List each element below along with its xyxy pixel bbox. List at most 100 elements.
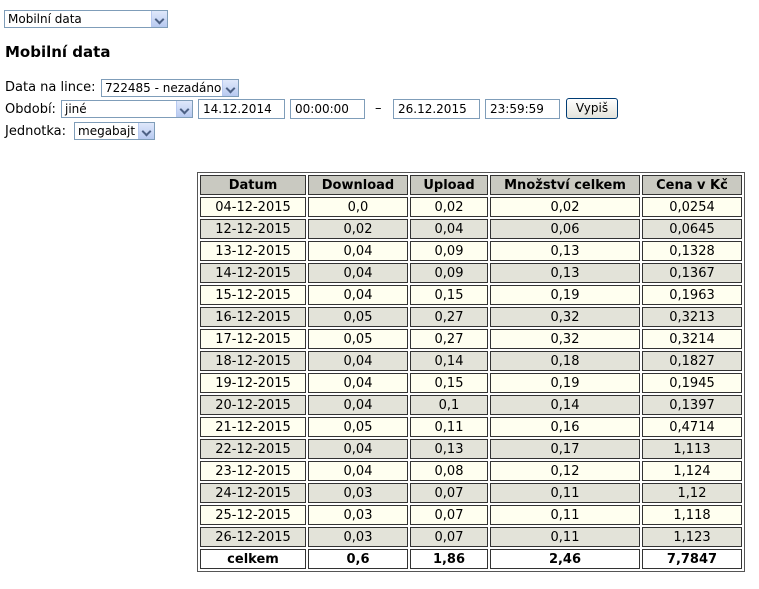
- cell-download: 0,03: [308, 505, 408, 525]
- unit-select[interactable]: megabajt: [74, 122, 155, 140]
- cell-price: 0,1367: [642, 263, 742, 283]
- date-from-field[interactable]: 14.12.2014: [198, 99, 285, 119]
- cell-date: 22-12-2015: [200, 439, 306, 459]
- cell-total-amount: 0,11: [490, 527, 640, 547]
- total-amount: 2,46: [490, 549, 640, 569]
- cell-total-amount: 0,11: [490, 483, 640, 503]
- cell-total-amount: 0,02: [490, 197, 640, 217]
- cell-upload: 0,07: [410, 527, 488, 547]
- chevron-down-icon: [151, 11, 167, 27]
- cell-upload: 0,07: [410, 483, 488, 503]
- cell-date: 13-12-2015: [200, 241, 306, 261]
- cell-date: 15-12-2015: [200, 285, 306, 305]
- cell-date: 25-12-2015: [200, 505, 306, 525]
- cell-total-amount: 0,13: [490, 241, 640, 261]
- page-title: Mobilní data: [5, 43, 111, 61]
- cell-upload: 0,14: [410, 351, 488, 371]
- cell-date: 04-12-2015: [200, 197, 306, 217]
- cell-upload: 0,02: [410, 197, 488, 217]
- cell-download: 0,04: [308, 285, 408, 305]
- table-row: 25-12-2015 0,03 0,07 0,11 1,118: [200, 505, 742, 525]
- table-row: 19-12-2015 0,04 0,15 0,19 0,1945: [200, 373, 742, 393]
- cell-upload: 0,13: [410, 439, 488, 459]
- period-label: Období:: [5, 102, 56, 117]
- cell-download: 0,02: [308, 219, 408, 239]
- cell-price: 1,118: [642, 505, 742, 525]
- period-select[interactable]: jiné: [61, 100, 193, 118]
- table-row: 17-12-2015 0,05 0,27 0,32 0,3214: [200, 329, 742, 349]
- table-row: 22-12-2015 0,04 0,13 0,17 1,113: [200, 439, 742, 459]
- table-row: 20-12-2015 0,04 0,1 0,14 0,1397: [200, 395, 742, 415]
- cell-upload: 0,08: [410, 461, 488, 481]
- cell-date: 24-12-2015: [200, 483, 306, 503]
- cell-total-amount: 0,11: [490, 505, 640, 525]
- cell-total-amount: 0,32: [490, 307, 640, 327]
- cell-total-amount: 0,12: [490, 461, 640, 481]
- cell-download: 0,05: [308, 329, 408, 349]
- header-total-amount: Množství celkem: [490, 175, 640, 195]
- cell-date: 23-12-2015: [200, 461, 306, 481]
- time-to-field[interactable]: 23:59:59: [485, 99, 560, 119]
- period-select-value: jiné: [65, 102, 87, 116]
- cell-date: 18-12-2015: [200, 351, 306, 371]
- cell-upload: 0,11: [410, 417, 488, 437]
- cell-download: 0,04: [308, 241, 408, 261]
- chevron-down-icon: [138, 123, 154, 139]
- cell-upload: 0,1: [410, 395, 488, 415]
- service-select[interactable]: Mobilní data: [4, 10, 168, 28]
- cell-upload: 0,09: [410, 241, 488, 261]
- time-from-field[interactable]: 00:00:00: [290, 99, 365, 119]
- table-total-row: celkem 0,6 1,86 2,46 7,7847: [200, 549, 742, 569]
- cell-date: 16-12-2015: [200, 307, 306, 327]
- cell-download: 0,04: [308, 395, 408, 415]
- date-to-field[interactable]: 26.12.2015: [393, 99, 480, 119]
- table-row: 15-12-2015 0,04 0,15 0,19 0,1963: [200, 285, 742, 305]
- range-dash: –: [375, 101, 382, 116]
- table-row: 13-12-2015 0,04 0,09 0,13 0,1328: [200, 241, 742, 261]
- cell-download: 0,04: [308, 351, 408, 371]
- service-select-value: Mobilní data: [8, 12, 82, 26]
- cell-download: 0,05: [308, 417, 408, 437]
- line-label: Data na lince:: [5, 80, 96, 95]
- cell-download: 0,03: [308, 483, 408, 503]
- line-select[interactable]: 722485 - nezadáno: [101, 79, 239, 97]
- cell-price: 0,3213: [642, 307, 742, 327]
- table-row: 21-12-2015 0,05 0,11 0,16 0,4714: [200, 417, 742, 437]
- table-row: 14-12-2015 0,04 0,09 0,13 0,1367: [200, 263, 742, 283]
- cell-date: 12-12-2015: [200, 219, 306, 239]
- table-row: 16-12-2015 0,05 0,27 0,32 0,3213: [200, 307, 742, 327]
- cell-price: 0,3214: [642, 329, 742, 349]
- cell-total-amount: 0,06: [490, 219, 640, 239]
- cell-price: 0,1963: [642, 285, 742, 305]
- line-select-value: 722485 - nezadáno: [105, 81, 222, 95]
- table-row: 24-12-2015 0,03 0,07 0,11 1,12: [200, 483, 742, 503]
- table-row: 26-12-2015 0,03 0,07 0,11 1,123: [200, 527, 742, 547]
- cell-price: 0,0645: [642, 219, 742, 239]
- cell-upload: 0,15: [410, 285, 488, 305]
- header-price: Cena v Kč: [642, 175, 742, 195]
- cell-price: 0,0254: [642, 197, 742, 217]
- header-upload: Upload: [410, 175, 488, 195]
- cell-price: 1,123: [642, 527, 742, 547]
- total-price: 7,7847: [642, 549, 742, 569]
- table-row: 12-12-2015 0,02 0,04 0,06 0,0645: [200, 219, 742, 239]
- cell-download: 0,0: [308, 197, 408, 217]
- submit-button[interactable]: Vypiš: [566, 98, 618, 119]
- cell-upload: 0,15: [410, 373, 488, 393]
- cell-download: 0,04: [308, 373, 408, 393]
- cell-download: 0,05: [308, 307, 408, 327]
- cell-price: 1,12: [642, 483, 742, 503]
- cell-upload: 0,27: [410, 307, 488, 327]
- total-download: 0,6: [308, 549, 408, 569]
- unit-label: Jednotka:: [5, 124, 67, 139]
- cell-total-amount: 0,17: [490, 439, 640, 459]
- data-usage-table: Datum Download Upload Množství celkem Ce…: [197, 172, 745, 572]
- cell-download: 0,04: [308, 439, 408, 459]
- cell-total-amount: 0,14: [490, 395, 640, 415]
- cell-upload: 0,27: [410, 329, 488, 349]
- cell-date: 21-12-2015: [200, 417, 306, 437]
- header-download: Download: [308, 175, 408, 195]
- unit-select-value: megabajt: [78, 124, 136, 138]
- cell-price: 0,1827: [642, 351, 742, 371]
- cell-total-amount: 0,32: [490, 329, 640, 349]
